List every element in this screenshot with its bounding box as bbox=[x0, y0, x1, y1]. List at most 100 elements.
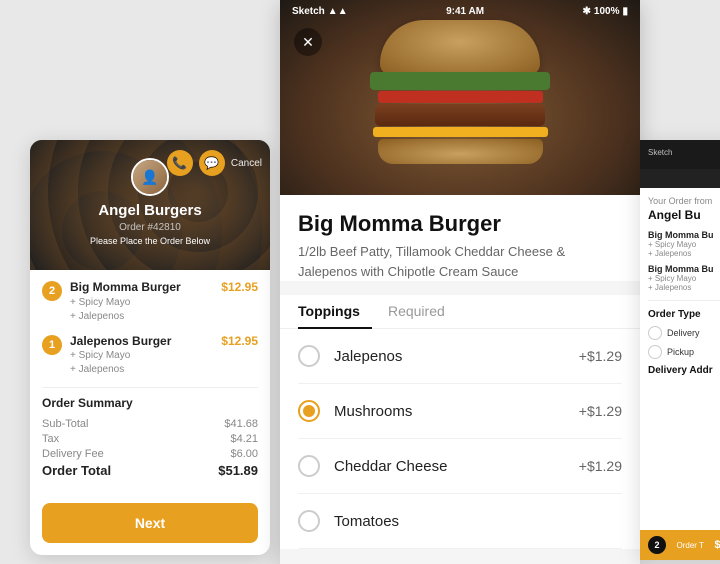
topping-cheddar: Cheddar Cheese +$1.29 bbox=[298, 439, 622, 494]
close-button[interactable]: ✕ bbox=[294, 28, 322, 56]
right-panel: Sketch ▲ Swip Your Order from Angel Bu B… bbox=[640, 140, 720, 560]
wifi-icon: ▲▲ bbox=[328, 6, 348, 17]
item-name: Big Momma Burger bbox=[70, 280, 181, 296]
right-item-mod-2b: + Jalepenos bbox=[648, 283, 720, 292]
lettuce-layer bbox=[370, 72, 550, 90]
tab-required[interactable]: Required bbox=[388, 295, 457, 329]
delivery-fee-label: Delivery Fee bbox=[42, 448, 104, 460]
topping-name-cheddar: Cheddar Cheese bbox=[334, 458, 447, 475]
burger-hero: ✕ bbox=[280, 0, 640, 195]
time-text: 9:41 AM bbox=[446, 6, 484, 17]
item-quantity-badge-2: 1 bbox=[42, 335, 62, 355]
pickup-radio[interactable] bbox=[648, 345, 662, 359]
delivery-fee-val: $6.00 bbox=[230, 448, 258, 460]
right-item-name-2: Big Momma Bu bbox=[648, 264, 720, 274]
topping-price-cheddar: +$1.29 bbox=[579, 458, 622, 474]
order-total-row: Order Total $51.89 bbox=[42, 463, 258, 478]
order-item-left: 2 Big Momma Burger + Spicy Mayo+ Jalepen… bbox=[42, 280, 181, 324]
right-footer: 2 Order T $51.8 bbox=[640, 530, 720, 560]
topping-price-mushrooms: +$1.29 bbox=[579, 403, 622, 419]
topping-left: Jalepenos bbox=[298, 345, 402, 367]
sub-total-row: Sub-Total $41.68 bbox=[42, 418, 258, 430]
middle-panel: Sketch ▲▲ 9:41 AM ✱ 100% ▮ ✕ Big Momma B… bbox=[280, 0, 640, 564]
topping-mushrooms: Mushrooms +$1.29 bbox=[298, 384, 622, 439]
radio-mushrooms[interactable] bbox=[298, 400, 320, 422]
order-label: Order T bbox=[677, 541, 704, 550]
order-summary-title: Order Summary bbox=[42, 396, 258, 410]
status-bar: Sketch ▲▲ 9:41 AM ✱ 100% ▮ bbox=[280, 0, 640, 22]
topping-price-jalepenos: +$1.29 bbox=[579, 348, 622, 364]
item-description: 1/2lb Beef Patty, Tillamook Cheddar Chee… bbox=[298, 242, 622, 281]
restaurant-name: Angel Burgers bbox=[98, 202, 201, 220]
topping-left-cheddar: Cheddar Cheese bbox=[298, 455, 447, 477]
right-carrier: Sketch bbox=[648, 148, 672, 157]
order-total-val: $51.89 bbox=[218, 463, 258, 478]
radio-tomatoes[interactable] bbox=[298, 510, 320, 532]
left-panel: 📞 💬 Cancel 👤 Angel Burgers Order #42810 … bbox=[30, 140, 270, 555]
right-item-1: Big Momma Bu + Spicy Mayo + Jalepenos bbox=[648, 230, 720, 258]
bluetooth-icon: ✱ bbox=[583, 6, 591, 17]
left-header: 📞 💬 Cancel 👤 Angel Burgers Order #42810 … bbox=[30, 140, 270, 270]
patty-layer bbox=[375, 104, 545, 126]
bun-bottom bbox=[378, 139, 543, 164]
item-name-2: Jalepenos Burger bbox=[70, 334, 171, 350]
battery-text: 100% bbox=[594, 6, 620, 17]
tax-row: Tax $4.21 bbox=[42, 433, 258, 445]
topping-name-mushrooms: Mushrooms bbox=[334, 403, 412, 420]
right-restaurant-name: Angel Bu bbox=[648, 208, 720, 222]
next-button[interactable]: Next bbox=[42, 503, 258, 543]
tomato-layer bbox=[378, 91, 543, 103]
right-item-mod-1a: + Spicy Mayo bbox=[648, 240, 720, 249]
tax-label: Tax bbox=[42, 433, 59, 445]
topping-left-mushrooms: Mushrooms bbox=[298, 400, 412, 422]
please-order-text: Please Place the Order Below bbox=[90, 236, 210, 246]
item-mods: + Spicy Mayo+ Jalepenos bbox=[70, 296, 181, 324]
topping-tomatoes: Tomatoes bbox=[298, 494, 622, 549]
delivery-radio[interactable] bbox=[648, 326, 662, 340]
footer-price: $51.8 bbox=[714, 539, 720, 551]
pickup-row: Pickup bbox=[648, 345, 720, 359]
right-body: Your Order from Angel Bu Big Momma Bu + … bbox=[640, 188, 720, 384]
battery-icon: ▮ bbox=[622, 6, 628, 17]
item-detail: Big Momma Burger 1/2lb Beef Patty, Tilla… bbox=[280, 195, 640, 281]
order-total-label: Order Total bbox=[42, 463, 111, 478]
right-header: Sketch ▲ bbox=[640, 140, 720, 169]
right-item-name-1: Big Momma Bu bbox=[648, 230, 720, 240]
tabs-row: Toppings Required bbox=[280, 295, 640, 329]
bun-top bbox=[380, 20, 540, 75]
left-body: 2 Big Momma Burger + Spicy Mayo+ Jalepen… bbox=[30, 270, 270, 491]
delivery-label: Delivery bbox=[667, 328, 700, 338]
right-item-mod-1b: + Jalepenos bbox=[648, 249, 720, 258]
radio-cheddar[interactable] bbox=[298, 455, 320, 477]
radio-inner-mushrooms bbox=[303, 405, 315, 417]
item-price: $12.95 bbox=[221, 280, 258, 294]
item-info-2: Jalepenos Burger + Spicy Mayo+ Jalepenos bbox=[70, 334, 171, 378]
radio-jalepenos[interactable] bbox=[298, 345, 320, 367]
topping-left-tomatoes: Tomatoes bbox=[298, 510, 399, 532]
right-item-mod-2a: + Spicy Mayo bbox=[648, 274, 720, 283]
status-right: ✱ 100% ▮ bbox=[583, 6, 628, 17]
avatar-image: 👤 bbox=[133, 160, 167, 194]
carrier-text: Sketch bbox=[292, 6, 325, 17]
right-status-bar: Sketch ▲ bbox=[648, 148, 720, 157]
status-left: Sketch ▲▲ bbox=[292, 6, 348, 17]
tax-val: $4.21 bbox=[230, 433, 258, 445]
item-price-2: $12.95 bbox=[221, 334, 258, 348]
tab-toppings[interactable]: Toppings bbox=[298, 295, 372, 329]
right-from-label: Your Order from bbox=[648, 196, 720, 206]
right-swipe: Swip bbox=[640, 169, 720, 188]
order-type-title: Order Type bbox=[648, 309, 720, 320]
header-content: 👤 Angel Burgers Order #42810 Please Plac… bbox=[30, 140, 270, 246]
order-item-2: 1 Jalepenos Burger + Spicy Mayo+ Jalepen… bbox=[42, 334, 258, 378]
topping-name-jalepenos: Jalepenos bbox=[334, 348, 402, 365]
sub-total-val: $41.68 bbox=[224, 418, 258, 430]
sub-total-label: Sub-Total bbox=[42, 418, 88, 430]
cheese-layer bbox=[373, 127, 548, 137]
right-divider bbox=[648, 300, 720, 301]
delivery-addr-title: Delivery Addr bbox=[648, 365, 720, 376]
item-quantity-badge: 2 bbox=[42, 281, 62, 301]
delivery-fee-row: Delivery Fee $6.00 bbox=[42, 448, 258, 460]
item-title: Big Momma Burger bbox=[298, 211, 622, 237]
order-item-left-2: 1 Jalepenos Burger + Spicy Mayo+ Jalepen… bbox=[42, 334, 171, 378]
avatar: 👤 bbox=[131, 158, 169, 196]
